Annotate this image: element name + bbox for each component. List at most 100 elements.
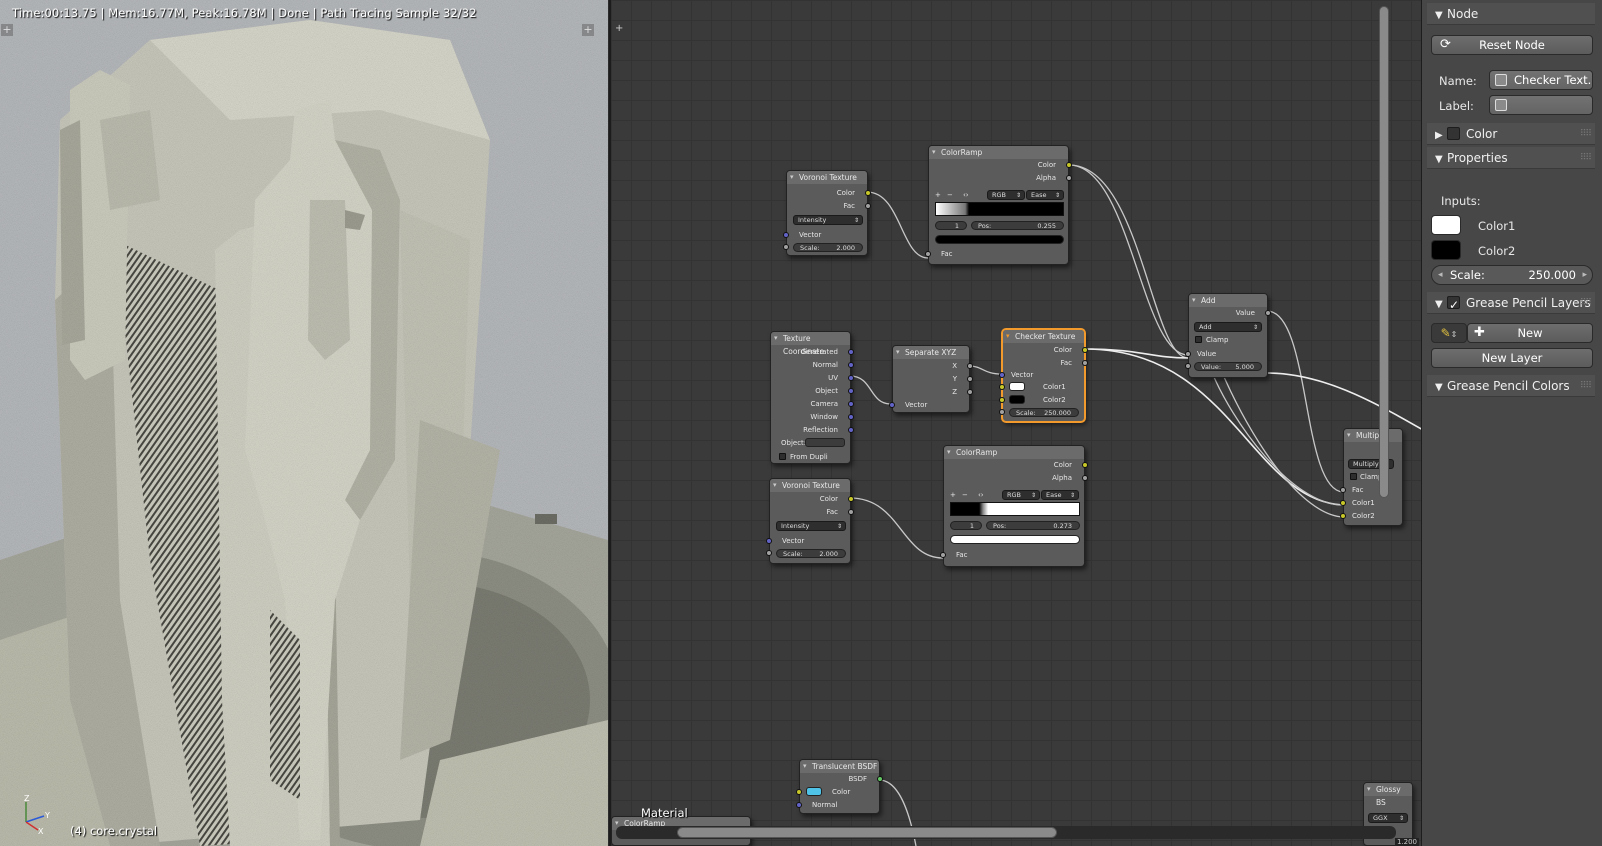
color-ramp-bar[interactable] [935,202,1064,216]
output-socket[interactable] [865,190,871,196]
area-split-icon[interactable]: + [582,24,594,36]
output-socket[interactable] [848,401,854,407]
input-socket[interactable] [925,251,931,257]
color-ramp-bar[interactable] [950,502,1080,516]
object-picker[interactable] [805,438,845,447]
input-socket[interactable] [999,372,1005,378]
output-socket[interactable] [1265,310,1271,316]
input-socket[interactable] [796,802,802,808]
voronoi-texture-node[interactable]: Voronoi Texture Color Fac Intensity Vect… [766,478,854,564]
checker-texture-node[interactable]: Checker Texture Color Fac Vector Color1 … [999,329,1088,422]
stop-index-field[interactable]: 1 [950,521,982,530]
color2-swatch[interactable] [1009,395,1025,404]
output-socket[interactable] [967,389,973,395]
vertical-scrollbar[interactable] [1379,6,1389,498]
increment-arrow-icon[interactable]: ▸ [1582,266,1587,284]
coloring-dropdown[interactable]: Intensity [793,215,863,225]
input-socket[interactable] [1340,500,1346,506]
grease-pencil-source-selector[interactable]: ✎⇕ [1431,323,1467,343]
stop-color-swatch[interactable] [950,535,1080,544]
position-field[interactable]: Pos: 0.273 [986,521,1080,530]
stop-index-field[interactable]: 1 [935,221,967,230]
add-stop-button[interactable]: + [950,491,956,499]
input-socket[interactable] [783,244,789,250]
input-socket[interactable] [1185,351,1191,357]
value-field[interactable]: Value: 5.000 [1194,362,1262,371]
output-socket[interactable] [967,376,973,382]
colorramp-node[interactable]: ColorRamp Color Alpha + − ‹› RGB Ease 1 … [925,145,1072,265]
node-editor[interactable]: + Voronoi Texture Color Fac Intensity Ve… [609,0,1421,846]
input-socket[interactable] [1340,487,1346,493]
color-swatch[interactable] [806,787,822,796]
add-stop-button[interactable]: + [935,191,941,199]
color1-swatch[interactable] [1431,215,1461,235]
scale-field[interactable]: Scale: 2.000 [793,243,863,252]
output-socket[interactable] [848,349,854,355]
input-socket[interactable] [766,538,772,544]
input-socket[interactable] [783,232,789,238]
translucent-bsdf-node[interactable]: Translucent BSDF BSDF Color Normal [796,759,883,814]
area-split-icon[interactable]: + [615,24,625,34]
from-dupli-checkbox[interactable] [779,453,786,460]
color-mode-dropdown[interactable]: RGB [1002,490,1040,500]
coloring-dropdown[interactable]: Intensity [776,521,846,531]
scale-field[interactable]: Scale: 250.000 [1009,408,1079,417]
voronoi-texture-node[interactable]: Voronoi Texture Color Fac Intensity Vect… [783,170,871,256]
output-socket[interactable] [848,375,854,381]
output-socket[interactable] [848,496,854,502]
output-socket[interactable] [848,427,854,433]
output-socket[interactable] [1082,475,1088,481]
area-split-icon[interactable]: + [1,24,13,36]
grease-pencil-checkbox[interactable] [1447,294,1460,316]
horizontal-scrollbar[interactable] [677,827,1057,838]
colorramp-node[interactable]: ColorRamp Color Alpha + − ‹› RGB Ease 1 … [940,445,1088,567]
clamp-checkbox[interactable] [1195,336,1202,343]
output-socket[interactable] [877,776,883,782]
drag-grip-icon[interactable]: ⠿⠿ [1580,375,1592,397]
node-name-field[interactable]: Checker Text... [1489,70,1593,90]
mix-multiply-node[interactable]: Multiply Multiply Clamp Fac Color1 Color… [1340,428,1403,526]
output-socket[interactable] [1066,162,1072,168]
output-socket[interactable] [1082,360,1088,366]
remove-stop-button[interactable]: − [947,191,953,199]
input-socket[interactable] [999,384,1005,390]
input-socket[interactable] [1185,363,1191,369]
output-socket[interactable] [1082,347,1088,353]
output-socket[interactable] [848,509,854,515]
node-section-header[interactable]: ▼ Node [1427,3,1595,25]
flip-ramp-button[interactable]: ‹› [963,191,969,199]
properties-section-header[interactable]: ▼ Properties ⠿⠿ [1427,147,1595,169]
new-grease-pencil-button[interactable]: ✚ New [1467,323,1593,343]
input-socket[interactable] [796,789,802,795]
input-socket[interactable] [940,552,946,558]
stop-color-swatch[interactable] [935,235,1064,244]
math-add-node[interactable]: Add Value Add Clamp Value Value:5.000 [1185,293,1271,378]
color-section-header[interactable]: ▶ Color ⠿⠿ [1427,123,1595,145]
drag-grip-icon[interactable]: ⠿⠿ [1580,147,1592,169]
input-socket[interactable] [999,409,1005,415]
distribution-dropdown[interactable]: GGX [1368,813,1408,823]
grease-pencil-colors-header[interactable]: ▼ Grease Pencil Colors ⠿⠿ [1427,375,1595,397]
output-socket[interactable] [848,362,854,368]
interpolation-dropdown[interactable]: Ease [1041,490,1079,500]
scale-field[interactable]: Scale: 2.000 [776,549,846,558]
interpolation-dropdown[interactable]: Ease [1026,190,1064,200]
output-socket[interactable] [1082,462,1088,468]
flip-ramp-button[interactable]: ‹› [978,491,984,499]
node-label-field[interactable] [1489,95,1593,115]
3d-viewport[interactable]: Time:00:13.75 | Mem:16.77M, Peak:16.78M … [0,0,608,846]
color1-swatch[interactable] [1009,382,1025,391]
drag-grip-icon[interactable]: ⠿⠿ [1580,123,1592,145]
input-socket[interactable] [1340,513,1346,519]
color-mode-dropdown[interactable]: RGB [987,190,1025,200]
color2-swatch[interactable] [1431,240,1461,260]
output-socket[interactable] [967,363,973,369]
grease-pencil-layers-header[interactable]: ▼ Grease Pencil Layers ⠿⠿ [1427,292,1595,316]
scale-slider[interactable]: ◂ Scale: 250.000 ▸ [1431,265,1593,285]
reset-node-button[interactable]: ⟳ Reset Node [1431,35,1593,55]
properties-panel[interactable]: ▼ Node ⟳ Reset Node Name: Checker Text...… [1421,0,1602,846]
output-socket[interactable] [1066,175,1072,181]
input-socket[interactable] [999,397,1005,403]
position-field[interactable]: Pos: 0.255 [971,221,1064,230]
output-socket[interactable] [865,203,871,209]
